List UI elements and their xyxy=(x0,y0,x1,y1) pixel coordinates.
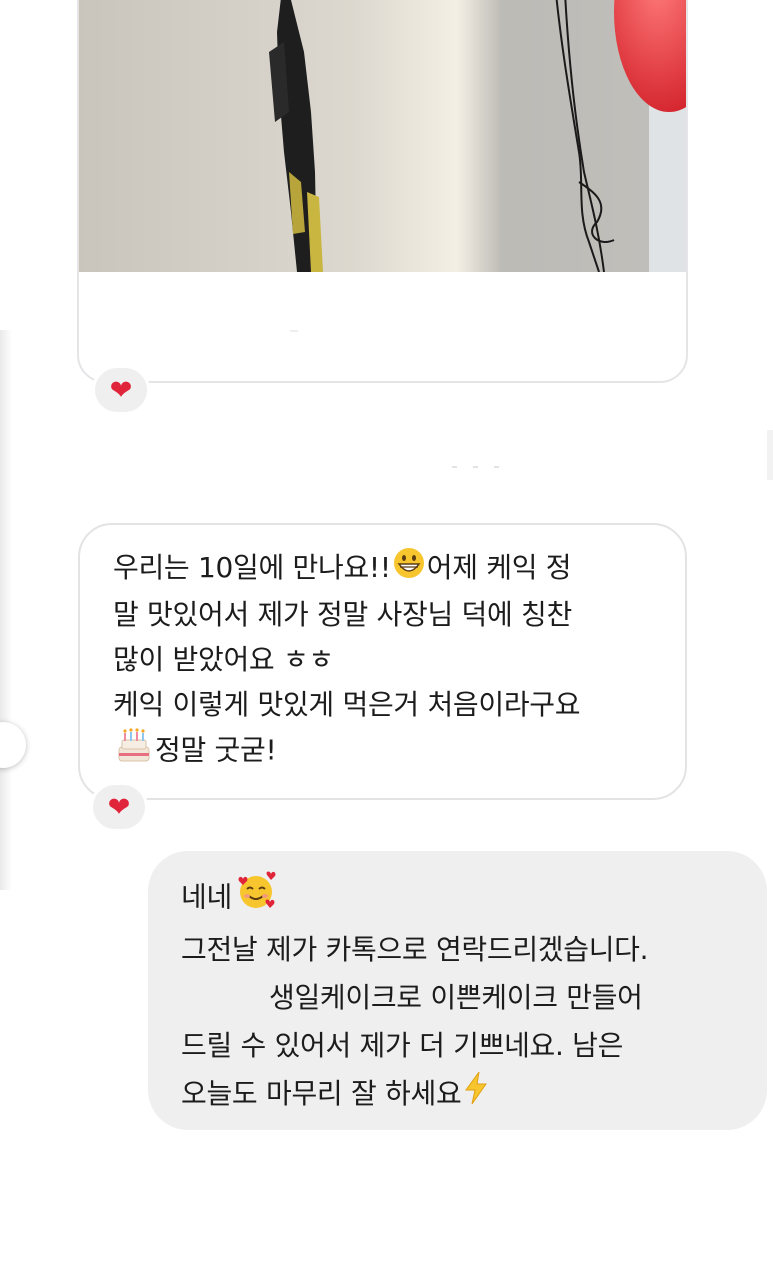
message-line: 우리는 10일에 만나요!! 어제 케익 정 xyxy=(113,545,655,592)
message-text: 생일케이크로 이쁜케이크 만들어 xyxy=(269,981,643,1014)
heart-icon: ❤ xyxy=(109,374,133,406)
message-line: 드릴 수 있어서 제가 더 기쁘네요. 남은 xyxy=(181,1029,624,1062)
message-text: 정말 굿굳! xyxy=(155,733,277,766)
message-line: 정말 굿굳! xyxy=(113,727,655,776)
message-line: 말 맛있어서 제가 정말 사장님 덕에 칭찬 xyxy=(113,597,572,631)
message-line: 오늘도 마무리 잘 하세요 xyxy=(181,1070,747,1120)
photo-message-card[interactable] xyxy=(77,0,688,383)
message-line: 생일케이크로 이쁜케이크 만들어 xyxy=(181,974,747,1022)
message-text: 네네 xyxy=(181,880,232,914)
timestamp-placeholder xyxy=(452,466,522,469)
divider xyxy=(290,330,298,332)
message-line: 그전날 제가 카톡으로 연락드리겠습니다. xyxy=(181,933,649,966)
message-line: 케익 이렇게 맛있게 먹은거 처음이라구요 xyxy=(113,687,581,721)
received-message-bubble[interactable]: 우리는 10일에 만나요!! 어제 케익 정 말 맛있어서 제가 정말 사장님 … xyxy=(78,523,687,800)
message-line: 많이 받았어요 ㅎㅎ xyxy=(113,642,334,676)
birthday-cake-icon xyxy=(115,727,153,776)
message-line: 네네 xyxy=(181,871,747,926)
sent-message-bubble[interactable]: 네네 그전날 제가 카톡으로 연락드리겠습니다. 생일케이크로 이쁜케이크 만들… xyxy=(148,851,767,1130)
party-photo[interactable] xyxy=(79,0,686,272)
right-edge-shadow xyxy=(767,430,773,480)
smiling-face-with-hearts-icon xyxy=(234,871,278,926)
heart-icon: ❤ xyxy=(107,791,131,823)
message-text: 어제 케익 정 xyxy=(426,551,572,584)
message-text: 우리는 10일에 만나요!! xyxy=(113,551,391,584)
grinning-face-icon xyxy=(393,547,425,592)
lightning-icon xyxy=(463,1071,489,1120)
heart-reaction[interactable]: ❤ xyxy=(90,782,148,832)
side-drawer-handle[interactable] xyxy=(0,722,26,768)
left-edge-shadow xyxy=(0,330,12,890)
heart-reaction[interactable]: ❤ xyxy=(92,365,150,415)
message-text: 오늘도 마무리 잘 하세요 xyxy=(181,1077,462,1110)
